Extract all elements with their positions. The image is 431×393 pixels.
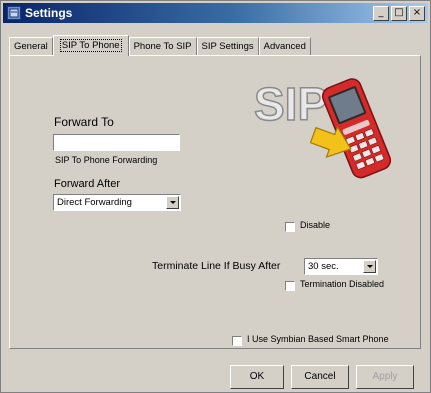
- settings-window: Settings _ □ × General SIP To Phone Phon…: [0, 0, 431, 393]
- tab-sip-settings[interactable]: SIP Settings: [196, 37, 259, 55]
- tab-advanced[interactable]: Advanced: [258, 37, 311, 55]
- tab-strip: General SIP To Phone Phone To SIP SIP Se…: [9, 35, 311, 56]
- termination-disabled-checkbox[interactable]: [285, 281, 295, 291]
- terminate-value: 30 sec.: [308, 261, 339, 272]
- phone-icon: [309, 74, 400, 186]
- forward-after-select[interactable]: Direct Forwarding: [53, 194, 181, 211]
- window-controls: _ □ ×: [373, 6, 425, 21]
- tab-general[interactable]: General: [9, 37, 53, 55]
- cancel-button[interactable]: Cancel: [291, 365, 349, 389]
- forward-to-input[interactable]: [53, 134, 180, 151]
- forward-to-caption: SIP To Phone Forwarding: [55, 155, 158, 165]
- forward-after-value: Direct Forwarding: [57, 197, 132, 208]
- symbian-label: I Use Symbian Based Smart Phone: [247, 334, 389, 344]
- tab-panel: SIP Forward To SIP To Phone Forwarding F…: [9, 55, 421, 349]
- tab-sip-to-phone[interactable]: SIP To Phone: [52, 35, 129, 56]
- disable-label: Disable: [300, 220, 331, 230]
- terminate-select[interactable]: 30 sec.: [304, 258, 378, 275]
- maximize-button[interactable]: □: [391, 6, 407, 21]
- symbian-checkbox[interactable]: [232, 336, 242, 346]
- tab-general-label: General: [14, 41, 48, 52]
- chevron-down-icon[interactable]: [363, 260, 376, 273]
- tab-sip-to-phone-label: SIP To Phone: [59, 39, 122, 52]
- chevron-down-icon[interactable]: [166, 196, 179, 209]
- window-title: Settings: [25, 6, 73, 20]
- apply-button[interactable]: Apply: [356, 365, 414, 389]
- close-button[interactable]: ×: [409, 6, 425, 21]
- minimize-button[interactable]: _: [373, 6, 389, 21]
- termination-disabled-label: Termination Disabled: [300, 279, 385, 289]
- terminate-label: Terminate Line If Busy After: [152, 260, 281, 272]
- tab-phone-to-sip[interactable]: Phone To SIP: [128, 37, 197, 55]
- tab-sip-settings-label: SIP Settings: [201, 41, 254, 52]
- forward-to-label: Forward To: [54, 115, 114, 129]
- disable-checkbox[interactable]: [285, 222, 295, 232]
- forward-after-label: Forward After: [54, 178, 121, 190]
- tab-advanced-label: Advanced: [263, 41, 306, 52]
- tab-phone-to-sip-label: Phone To SIP: [133, 41, 192, 52]
- ok-button[interactable]: OK: [230, 365, 284, 389]
- app-icon: [7, 6, 21, 20]
- title-bar[interactable]: Settings _ □ ×: [3, 3, 428, 23]
